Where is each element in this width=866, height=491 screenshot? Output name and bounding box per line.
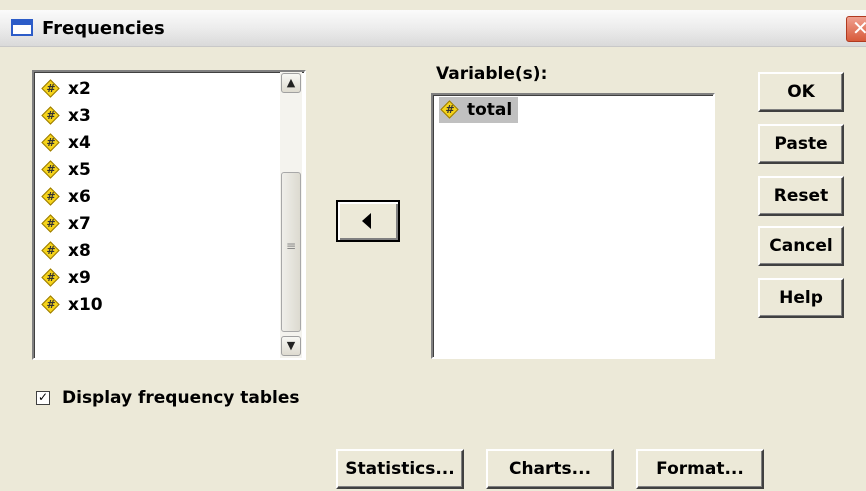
source-variable-item[interactable]: # x4 — [40, 130, 91, 156]
source-variable-list[interactable]: # x2 # x3 # x4 # x5 # x6 # x7 # x8 # x9 # x10 — [32, 70, 306, 360]
source-variable-item[interactable]: # x8 — [40, 238, 91, 264]
scroll-down-button[interactable]: ▼ — [281, 336, 301, 356]
cancel-button[interactable]: Cancel — [758, 226, 844, 266]
ok-button[interactable]: OK — [758, 72, 844, 112]
scroll-up-button[interactable]: ▲ — [281, 73, 301, 93]
target-variable-item[interactable]: # total — [439, 97, 519, 123]
scale-variable-icon: # — [41, 79, 60, 98]
reset-button[interactable]: Reset — [758, 176, 844, 216]
close-button[interactable]: ✕ — [846, 16, 866, 42]
source-variable-item[interactable]: # x10 — [40, 292, 103, 318]
scroll-thumb[interactable] — [281, 172, 301, 332]
source-variable-item-label: x10 — [68, 295, 103, 315]
source-variable-item[interactable]: # x5 — [40, 157, 91, 183]
source-variable-item-label: x4 — [68, 133, 91, 153]
move-variable-button[interactable] — [336, 200, 400, 242]
source-variable-item-label: x8 — [68, 241, 91, 261]
scale-variable-icon: # — [41, 214, 60, 233]
source-variable-item[interactable]: # x9 — [40, 265, 91, 291]
window-icon — [11, 19, 33, 36]
source-variable-item[interactable]: # x2 — [40, 76, 91, 102]
target-variable-list[interactable]: # total — [431, 93, 715, 359]
source-variable-item-label: x5 — [68, 160, 91, 180]
scale-variable-icon: # — [41, 295, 60, 314]
title-bar[interactable]: Frequencies ✕ — [0, 10, 866, 47]
help-button[interactable]: Help — [758, 278, 844, 318]
paste-button[interactable]: Paste — [758, 124, 844, 164]
source-variable-item-label: x7 — [68, 214, 91, 234]
scale-variable-icon: # — [41, 133, 60, 152]
scale-variable-icon: # — [41, 160, 60, 179]
charts-button[interactable]: Charts... — [486, 449, 614, 489]
scale-variable-icon: # — [41, 187, 60, 206]
scale-variable-icon: # — [41, 241, 60, 260]
source-variable-item-label: x6 — [68, 187, 91, 207]
source-variable-item[interactable]: # x7 — [40, 211, 91, 237]
source-variable-item-label: x3 — [68, 106, 91, 126]
display-frequency-tables-checkbox[interactable]: ✓ — [36, 391, 50, 405]
source-variable-item[interactable]: # x3 — [40, 103, 91, 129]
source-variable-item-label: x2 — [68, 79, 91, 99]
source-variable-item[interactable]: # x6 — [40, 184, 91, 210]
statistics-button[interactable]: Statistics... — [336, 449, 464, 489]
target-list-label: Variable(s): — [436, 64, 548, 84]
source-variable-item-label: x9 — [68, 268, 91, 288]
scale-variable-icon: # — [440, 100, 459, 119]
source-list-scrollbar[interactable]: ▲ ▼ — [280, 72, 302, 358]
target-variable-item-label: total — [467, 100, 513, 120]
checkbox-label: Display frequency tables — [62, 388, 300, 408]
scale-variable-icon: # — [41, 268, 60, 287]
window-title: Frequencies — [42, 18, 165, 39]
scale-variable-icon: # — [41, 106, 60, 125]
format-button[interactable]: Format... — [636, 449, 764, 489]
left-arrow-icon — [362, 213, 371, 229]
